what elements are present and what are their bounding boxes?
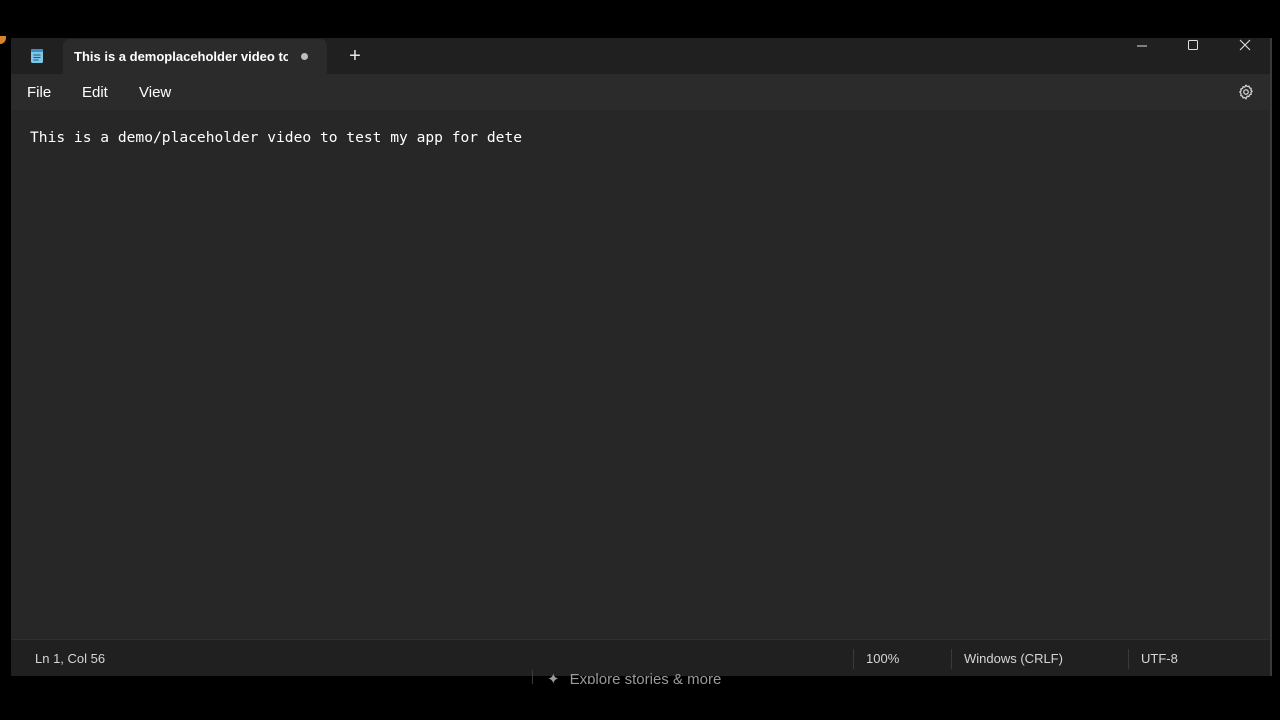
background-window-edge — [0, 36, 6, 44]
gear-icon[interactable] — [1237, 83, 1255, 101]
status-divider — [1128, 649, 1129, 669]
notepad-icon — [31, 49, 43, 63]
taskbar-widget-label: Explore stories & more — [569, 671, 722, 684]
close-icon — [1239, 39, 1251, 51]
tab-title: This is a demoplaceholder video to — [74, 49, 288, 64]
menu-view[interactable]: View — [139, 84, 171, 102]
title-bar[interactable]: This is a demoplaceholder video to + — [11, 38, 1270, 74]
window-edge — [1270, 38, 1272, 676]
menu-bar: File Edit View — [11, 74, 1270, 110]
minimize-button[interactable] — [1119, 38, 1165, 54]
menu-edit[interactable]: Edit — [82, 84, 108, 102]
status-divider — [853, 649, 854, 669]
encoding[interactable]: UTF-8 — [1141, 651, 1178, 667]
screen: This is a demoplaceholder video to + Fil… — [0, 0, 1280, 720]
close-button[interactable] — [1222, 38, 1268, 54]
menu-file[interactable]: File — [27, 84, 51, 102]
status-divider — [951, 649, 952, 669]
taskbar-widget[interactable]: ✦ Explore stories & more — [532, 670, 767, 684]
unsaved-dot-icon[interactable] — [301, 53, 308, 60]
zoom-level[interactable]: 100% — [866, 651, 899, 667]
maximize-icon — [1188, 40, 1198, 50]
maximize-button[interactable] — [1170, 38, 1216, 54]
editor-content[interactable]: This is a demo/placeholder video to test… — [30, 129, 522, 147]
text-editor[interactable]: This is a demo/placeholder video to test… — [11, 110, 1270, 639]
sparkle-icon: ✦ — [547, 671, 560, 684]
minimize-icon — [1137, 45, 1147, 47]
cursor-position: Ln 1, Col 56 — [35, 651, 106, 666]
document-tab[interactable]: This is a demoplaceholder video to — [63, 39, 327, 74]
notepad-window: This is a demoplaceholder video to + Fil… — [11, 38, 1270, 676]
new-tab-button[interactable]: + — [345, 46, 365, 66]
line-ending[interactable]: Windows (CRLF) — [964, 651, 1063, 667]
